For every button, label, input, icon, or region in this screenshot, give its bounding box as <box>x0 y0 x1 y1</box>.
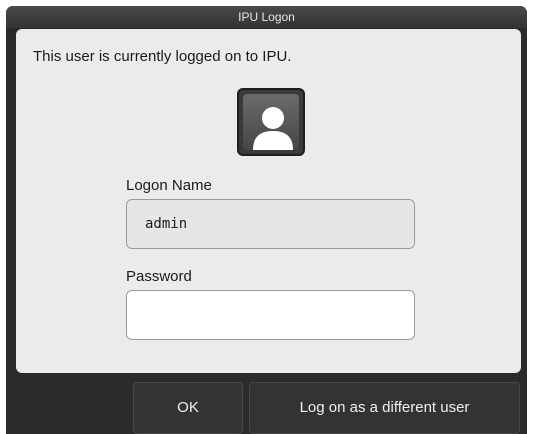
logon-dialog: IPU Logon This user is currently logged … <box>6 6 527 434</box>
dialog-content: This user is currently logged on to IPU.… <box>16 29 521 373</box>
password-field[interactable] <box>126 290 415 340</box>
ok-button[interactable]: OK <box>133 382 243 434</box>
user-silhouette-icon <box>243 94 299 150</box>
logon-name-field[interactable] <box>126 199 415 249</box>
log-on-different-user-button[interactable]: Log on as a different user <box>249 382 520 434</box>
password-label: Password <box>126 268 192 285</box>
window-title: IPU Logon <box>6 6 527 28</box>
logged-on-message: This user is currently logged on to IPU. <box>33 48 292 65</box>
user-avatar <box>237 88 305 156</box>
logon-name-label: Logon Name <box>126 177 212 194</box>
